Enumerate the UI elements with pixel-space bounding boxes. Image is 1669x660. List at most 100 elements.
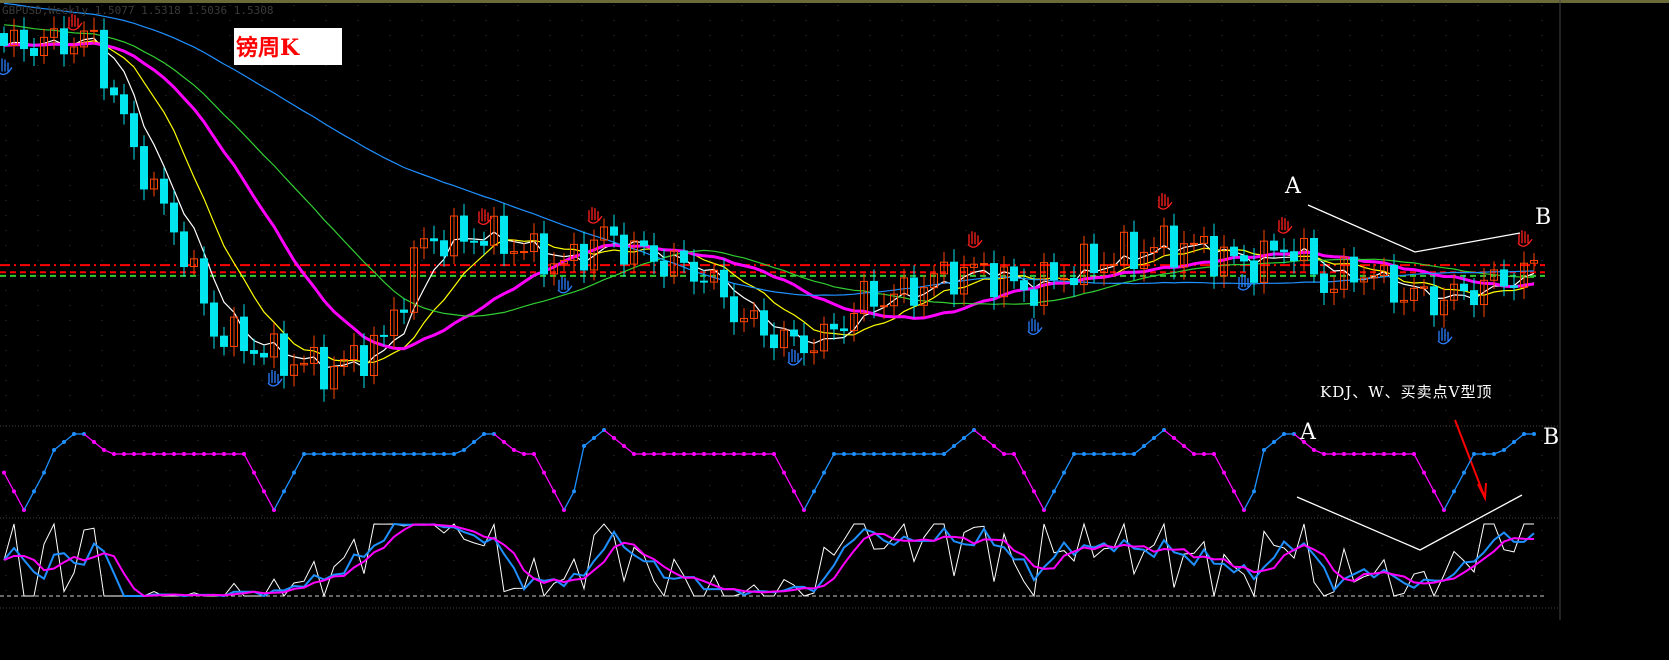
kdj-line-segment <box>33 472 45 492</box>
osc-slow-line <box>3 523 1535 598</box>
candle-down <box>460 215 468 242</box>
candle-down <box>1010 266 1018 282</box>
candle-down <box>380 334 388 337</box>
candle-down <box>1070 277 1078 286</box>
kdj-line-segment <box>293 453 305 473</box>
candle-down <box>1350 256 1358 283</box>
annotation-caption: KDJ、W、买卖点V型顶 <box>1320 383 1493 401</box>
annotation-kdj-a: A <box>1300 420 1316 445</box>
candle-down <box>1290 251 1298 262</box>
sell-signal-hand-icon <box>477 208 493 226</box>
candle-down <box>280 333 288 376</box>
candle-down <box>790 329 798 337</box>
trend-annotation-line <box>1307 204 1521 253</box>
kdj-line-segment <box>543 472 555 492</box>
kdj-line-segment <box>563 491 575 511</box>
candle-down <box>250 350 258 354</box>
kdj-line-segment <box>1433 491 1445 511</box>
candle-down <box>800 335 808 354</box>
kdj-line-segment <box>273 491 285 511</box>
candle-down <box>400 309 408 313</box>
candle-down <box>840 328 848 332</box>
kdj-line-segment <box>1243 491 1255 511</box>
kdj-line-segment <box>1423 472 1435 492</box>
symbol-header: GBPUSD,Weekly 1.5077 1.5318 1.5036 1.530… <box>2 4 274 17</box>
kdj-line-segment <box>1453 472 1465 492</box>
candle-down <box>610 226 618 236</box>
candle-up <box>1190 242 1198 245</box>
buy-signal-hand-icon <box>267 369 283 387</box>
candle-down <box>1130 231 1138 270</box>
candle-down <box>690 261 698 282</box>
candle-down <box>1390 264 1398 303</box>
candle-down <box>60 28 68 55</box>
kdj-line-segment <box>1223 472 1235 492</box>
candle-down <box>1310 237 1318 275</box>
kdj-line-segment <box>573 445 585 492</box>
kdj-line-segment <box>1053 472 1065 492</box>
sell-signal-hand-icon <box>1517 230 1533 247</box>
osc-signal-line <box>3 522 1535 598</box>
kdj-line-segment <box>1013 453 1025 473</box>
kdj-line-segment <box>1233 491 1245 511</box>
annotation-kdj-b: B <box>1543 425 1560 450</box>
candle-down <box>1050 262 1058 281</box>
candle-down <box>580 243 588 271</box>
chart-title: 镑周K <box>236 35 300 61</box>
candle-down <box>760 310 768 336</box>
buy-signal-hand-icon <box>1437 327 1453 345</box>
candle-down <box>830 323 838 330</box>
kdj-line-segment <box>1253 449 1265 492</box>
kdj-line-segment <box>43 449 55 473</box>
candle-down <box>260 352 268 358</box>
candle-down <box>240 316 248 352</box>
kdj-line-segment <box>1023 472 1035 492</box>
candle-down <box>130 113 138 148</box>
candle-down <box>100 29 108 89</box>
annotation-main-a: A <box>1285 174 1301 199</box>
kdj-line-segment <box>793 491 805 511</box>
candle-down <box>770 334 778 349</box>
kdj-line-segment <box>1043 491 1055 511</box>
candle-down <box>30 48 38 56</box>
candle-down <box>500 215 508 254</box>
candle-down <box>140 146 148 190</box>
candle-down <box>1250 260 1258 283</box>
candle-down <box>640 240 648 247</box>
kdj-line-segment <box>813 472 825 492</box>
kdj-point <box>1532 432 1536 436</box>
candle-down <box>360 345 368 377</box>
candle-down <box>870 280 878 307</box>
candle-down <box>1500 269 1508 287</box>
candle-down <box>1280 249 1288 253</box>
red-arrow-icon <box>1454 419 1487 502</box>
candle-down <box>950 261 958 295</box>
candle-down <box>1510 285 1518 288</box>
candle-down <box>220 335 228 347</box>
candle-down <box>1020 280 1028 291</box>
candle-down <box>720 269 728 298</box>
buy-signal-hand-icon <box>787 348 803 366</box>
candle-down <box>1470 290 1478 306</box>
kdj-line-segment <box>823 453 835 473</box>
kdj-line-segment <box>283 472 295 492</box>
kdj-line-segment <box>773 453 785 473</box>
candle-down <box>1030 289 1038 306</box>
buy-signal-hand-icon <box>0 58 13 76</box>
sell-signal-hand-icon <box>967 231 983 248</box>
candle-down <box>320 346 328 390</box>
candle-down <box>440 240 448 257</box>
candle-down <box>730 296 738 323</box>
candle-down <box>170 202 178 233</box>
candle-down <box>1270 240 1278 251</box>
kdj-line-segment <box>553 491 565 511</box>
candle-down <box>700 280 708 283</box>
candle-down <box>910 277 918 306</box>
candle-down <box>160 178 168 204</box>
ma-20-line <box>3 41 1535 351</box>
kdj-line-segment <box>533 453 545 473</box>
kdj-line-segment <box>23 491 35 511</box>
sell-signal-hand-icon <box>1157 193 1173 210</box>
candle-down <box>110 87 118 96</box>
candle-down <box>180 231 188 268</box>
